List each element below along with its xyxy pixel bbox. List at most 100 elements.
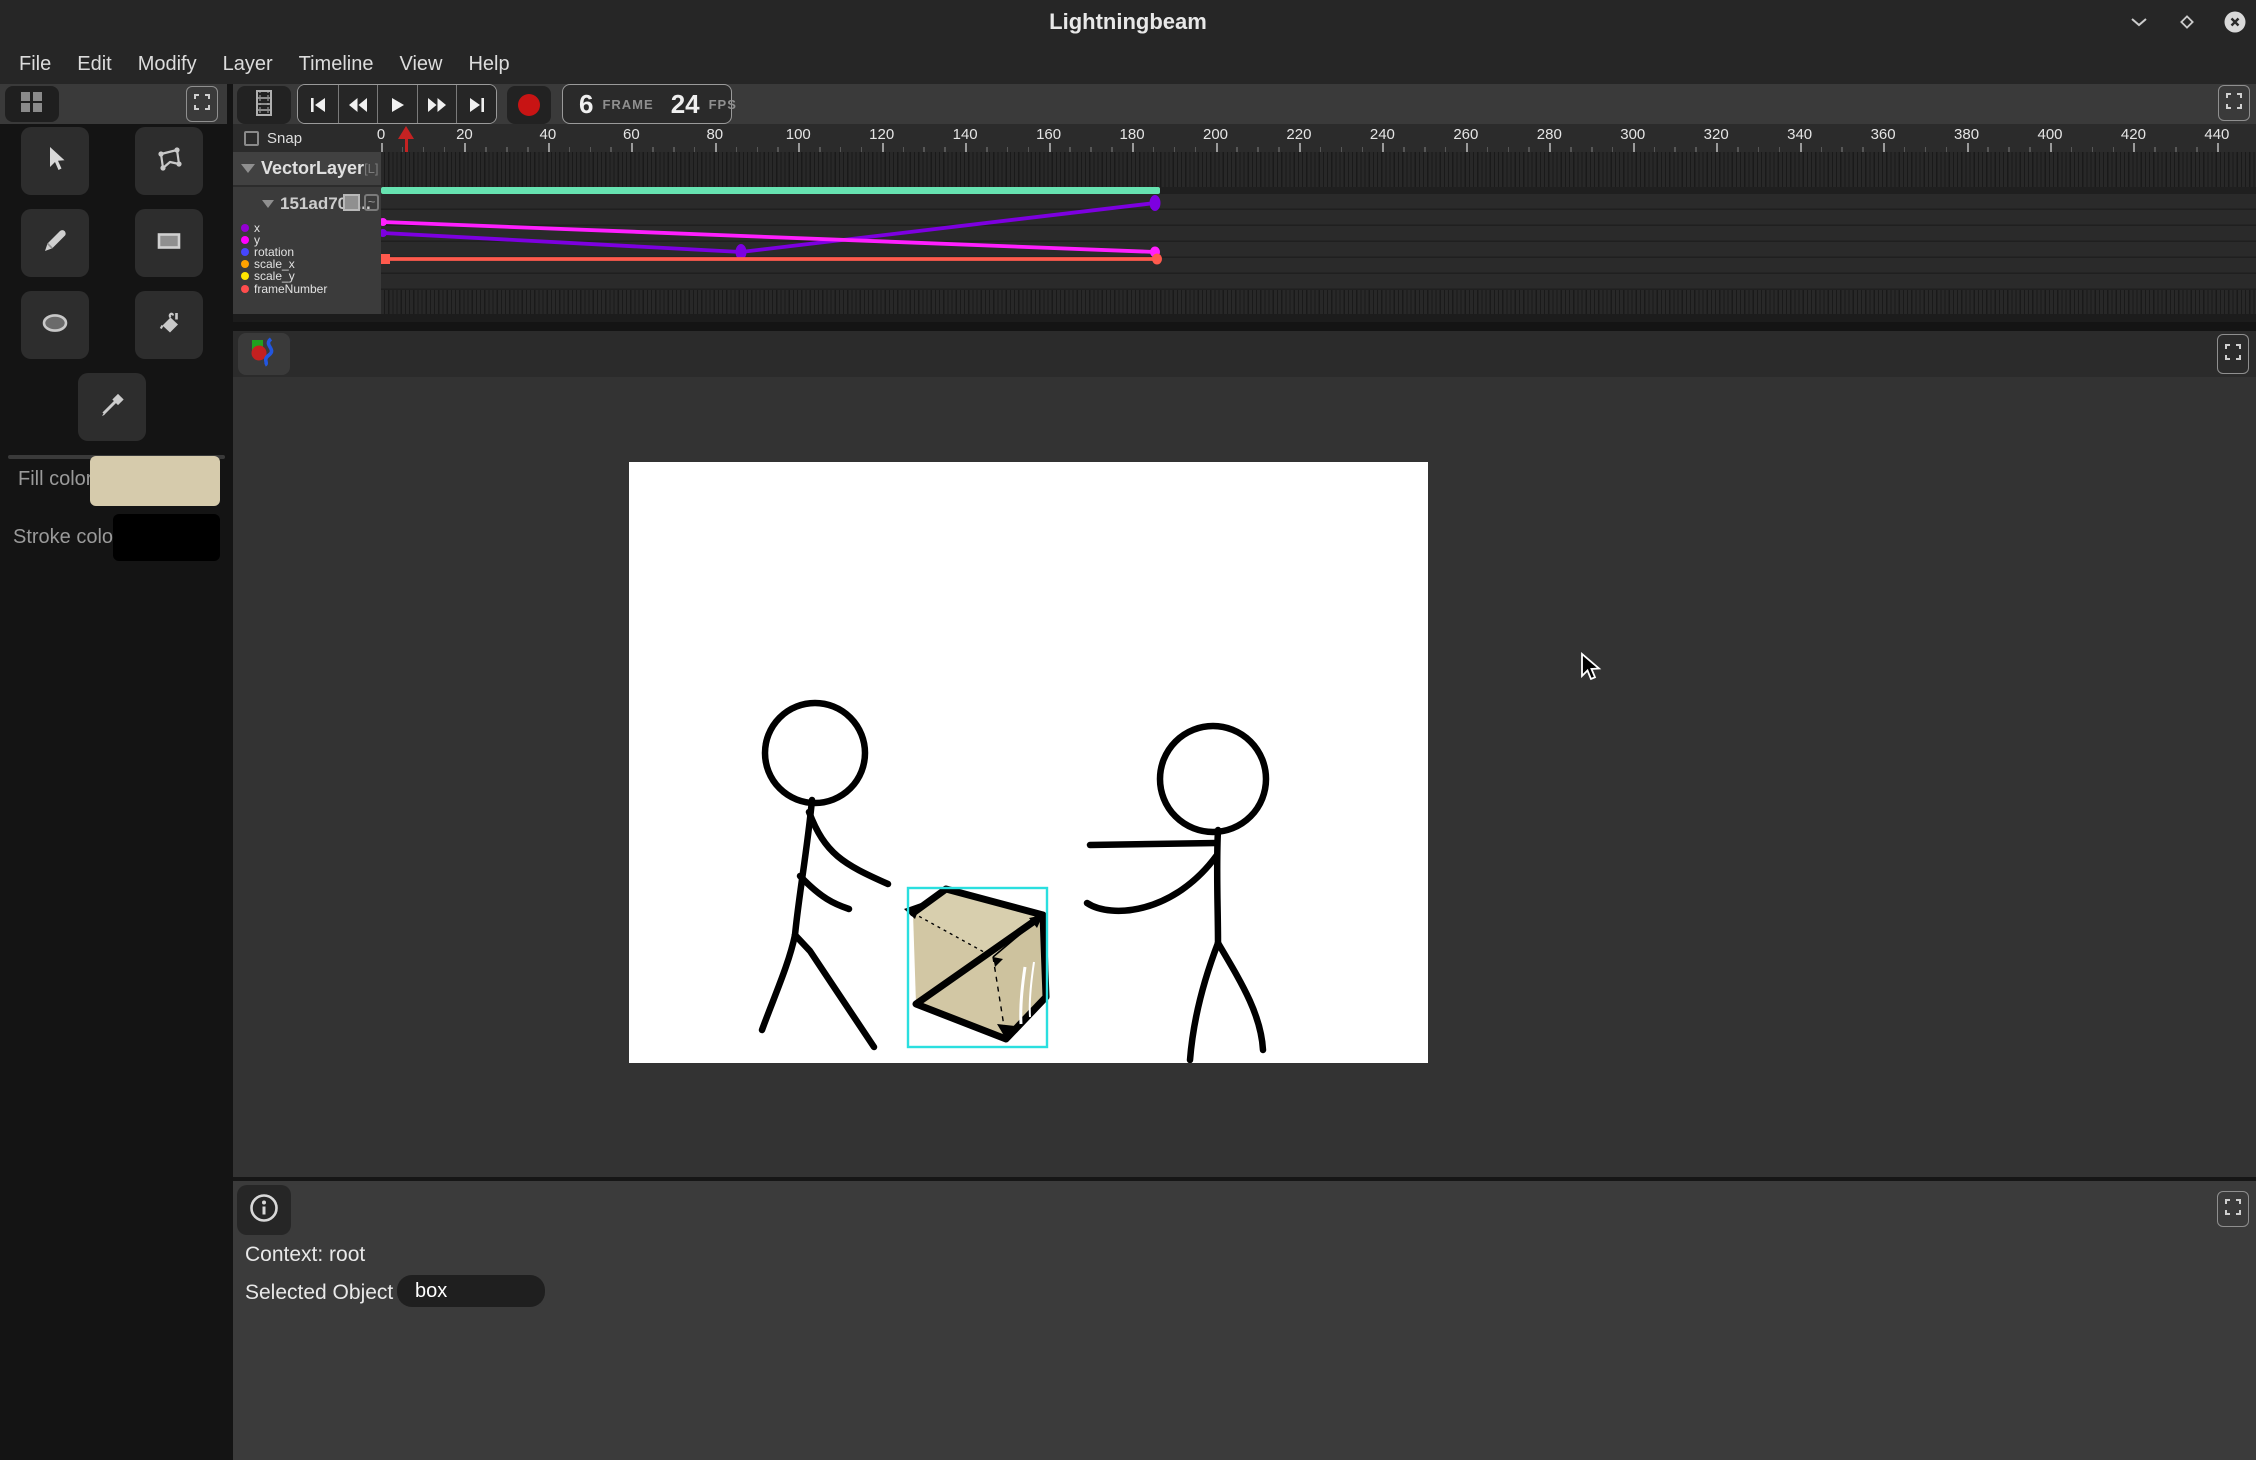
keyframe-dot[interactable] bbox=[1150, 195, 1161, 211]
timeline-ruler[interactable]: Snap 02040608010012014016018020022024026… bbox=[233, 124, 2256, 152]
rectangle-tool-button[interactable] bbox=[135, 209, 203, 277]
menu-item-help[interactable]: Help bbox=[455, 44, 522, 84]
ruler-label: 440 bbox=[2204, 126, 2229, 143]
ruler-label: 80 bbox=[706, 126, 723, 143]
frame-value[interactable]: 6 bbox=[579, 89, 593, 120]
tool-grid-button[interactable] bbox=[5, 86, 59, 122]
paint-bucket-tool-button[interactable] bbox=[135, 291, 203, 359]
ruler-label: 0 bbox=[377, 126, 385, 143]
rewind-button[interactable] bbox=[338, 85, 378, 124]
selected-object-input[interactable] bbox=[397, 1275, 545, 1307]
canvas-panel bbox=[233, 331, 2256, 1177]
ruler-tick bbox=[2133, 143, 2135, 152]
select-tool-button[interactable] bbox=[21, 127, 89, 195]
ruler-label: 260 bbox=[1453, 126, 1478, 143]
fullscreen-icon bbox=[2225, 1199, 2241, 1220]
menu-item-layer[interactable]: Layer bbox=[210, 44, 286, 84]
info-button[interactable] bbox=[237, 1185, 291, 1235]
property-row-framenumber[interactable]: frameNumber bbox=[233, 282, 381, 294]
film-button[interactable] bbox=[237, 86, 291, 124]
menu-item-modify[interactable]: Modify bbox=[125, 44, 210, 84]
toolbar-expand-button[interactable] bbox=[186, 86, 218, 122]
ruler-label: 420 bbox=[2121, 126, 2146, 143]
ruler-tick bbox=[1633, 143, 1635, 152]
skip-to-start-button[interactable] bbox=[298, 85, 338, 124]
layer-name: VectorLayer bbox=[261, 158, 364, 179]
collapse-triangle-icon[interactable] bbox=[262, 200, 274, 208]
ruler-label: 280 bbox=[1537, 126, 1562, 143]
ruler-label: 100 bbox=[786, 126, 811, 143]
layer-row-vectorlayer[interactable]: VectorLayer[L] bbox=[233, 152, 381, 187]
ruler-tick bbox=[1216, 143, 1218, 152]
ruler-tick bbox=[882, 143, 884, 152]
frames-area[interactable] bbox=[381, 152, 2256, 314]
fill-color-swatch[interactable] bbox=[90, 456, 220, 506]
layer-tree: VectorLayer[L] 151ad70a... ~ xyrotations… bbox=[233, 152, 381, 314]
record-button[interactable] bbox=[507, 86, 551, 124]
property-color-dot bbox=[241, 260, 249, 268]
minimize-icon[interactable] bbox=[2126, 9, 2152, 35]
fullscreen-icon bbox=[2225, 344, 2241, 365]
ruler-tick bbox=[1382, 143, 1384, 152]
menu-item-timeline[interactable]: Timeline bbox=[286, 44, 387, 84]
left-toolbar-panel: Fill color: Stroke color: bbox=[0, 84, 233, 1460]
ruler-label: 160 bbox=[1036, 126, 1061, 143]
fps-value[interactable]: 24 bbox=[671, 89, 700, 120]
stick-figure-left[interactable] bbox=[762, 703, 888, 1047]
play-button[interactable] bbox=[377, 85, 417, 124]
keyframe-dot[interactable] bbox=[381, 254, 390, 264]
ruler-label: 240 bbox=[1370, 126, 1395, 143]
ruler-tick bbox=[1716, 143, 1718, 152]
ruler-tick bbox=[631, 143, 633, 152]
titlebar: Lightningbeam bbox=[0, 0, 2256, 44]
ruler-tick bbox=[1132, 143, 1134, 152]
ellipse-icon bbox=[38, 306, 72, 345]
transform-tool-button[interactable] bbox=[135, 127, 203, 195]
ruler-tick bbox=[1299, 143, 1301, 152]
collapse-triangle-icon[interactable] bbox=[241, 164, 255, 173]
selected-object-label: Selected Object bbox=[245, 1281, 393, 1305]
maximize-icon[interactable] bbox=[2174, 9, 2200, 35]
skip-to-end-button[interactable] bbox=[456, 85, 496, 124]
menu-item-file[interactable]: File bbox=[6, 44, 64, 84]
menu-item-view[interactable]: View bbox=[386, 44, 455, 84]
ruler-label: 200 bbox=[1203, 126, 1228, 143]
canvas-expand-button[interactable] bbox=[2217, 334, 2249, 374]
film-strip-icon bbox=[253, 89, 275, 122]
tween-tilde-button[interactable]: ~ bbox=[364, 194, 379, 211]
context-text: Context: root bbox=[245, 1243, 365, 1267]
fullscreen-icon bbox=[194, 94, 210, 115]
box-object[interactable] bbox=[904, 888, 1047, 1047]
ruler-label: 320 bbox=[1704, 126, 1729, 143]
ruler-tick bbox=[1883, 143, 1885, 152]
keyframe-dot[interactable] bbox=[381, 218, 387, 226]
menu-item-edit[interactable]: Edit bbox=[64, 44, 124, 84]
ruler-tick bbox=[1466, 143, 1468, 152]
ruler-label: 40 bbox=[540, 126, 557, 143]
keyframe-dot[interactable] bbox=[381, 229, 387, 237]
ruler-label: 300 bbox=[1620, 126, 1645, 143]
keyframe-dot[interactable] bbox=[1152, 254, 1162, 265]
panel-gutter bbox=[233, 322, 2256, 331]
stick-figure-right[interactable] bbox=[1087, 726, 1266, 1060]
ruler-tick bbox=[1967, 143, 1969, 152]
inspector-expand-button[interactable] bbox=[2217, 1191, 2249, 1227]
ruler-label: 220 bbox=[1286, 126, 1311, 143]
layer-badge: [L] bbox=[364, 161, 378, 176]
snap-checkbox[interactable] bbox=[244, 131, 259, 146]
ellipse-tool-button[interactable] bbox=[21, 291, 89, 359]
ruler-label: 360 bbox=[1871, 126, 1896, 143]
keyframe-square-button[interactable] bbox=[343, 194, 360, 211]
ruler-label: 340 bbox=[1787, 126, 1812, 143]
inspector-panel: Context: root Selected Object bbox=[233, 1181, 2256, 1460]
timeline-expand-button[interactable] bbox=[2218, 85, 2250, 121]
property-list: xyrotationscale_xscale_yframeNumber bbox=[233, 222, 381, 295]
pencil-tool-button[interactable] bbox=[21, 209, 89, 277]
close-icon[interactable] bbox=[2222, 9, 2248, 35]
property-color-dot bbox=[241, 285, 249, 293]
cursor-arrow-icon bbox=[38, 142, 72, 181]
canvas-tab-button[interactable] bbox=[238, 333, 290, 375]
eyedropper-tool-button[interactable] bbox=[78, 373, 146, 441]
stroke-color-swatch[interactable] bbox=[113, 514, 220, 561]
fast-forward-button[interactable] bbox=[417, 85, 457, 124]
